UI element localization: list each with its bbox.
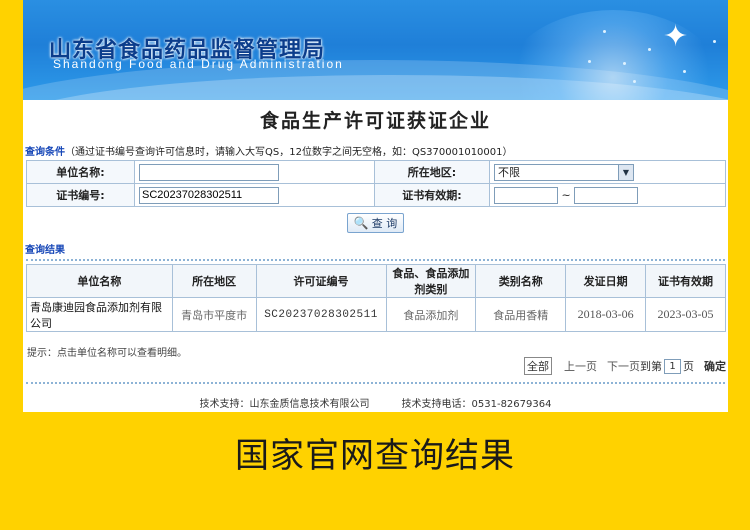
divider xyxy=(26,382,725,384)
star-icon: ✦ xyxy=(663,19,689,54)
query-conditions: 查询条件（通过证书编号查询许可信息时，请输入大写QS，12位数字之间无空格，如：… xyxy=(25,143,728,158)
unit-name-cell xyxy=(134,160,375,184)
cert-number-label: 证书编号: xyxy=(26,183,135,207)
validity-to-input[interactable] xyxy=(574,186,639,204)
next-page-link[interactable]: 下一页 xyxy=(607,358,640,374)
divider xyxy=(26,259,725,261)
validity-cell: ~ xyxy=(489,183,726,207)
region-cell: 不限 ▼ xyxy=(489,160,726,184)
unit-name-input[interactable] xyxy=(139,163,279,181)
column-header: 证书有效期 xyxy=(645,264,726,298)
page-suffix: 页 xyxy=(683,360,694,373)
query-button-label: 查 询 xyxy=(371,217,398,230)
column-header: 类别名称 xyxy=(475,264,567,298)
table-row: 青岛康迪园食品添加剂有限公司 青岛市平度市 SC20237028302511 食… xyxy=(26,297,726,332)
prev-page-link[interactable]: 上一页 xyxy=(564,358,597,374)
region-selected-value: 不限 xyxy=(498,166,520,179)
show-all-button[interactable]: 全部 xyxy=(524,357,552,375)
region-select[interactable]: 不限 ▼ xyxy=(494,163,634,181)
cert-number-cell: SC20237028302511 xyxy=(255,297,387,332)
tech-support-text: 技术支持：山东金质信息技术有限公司 xyxy=(199,399,370,410)
validity-separator: ~ xyxy=(561,188,571,201)
search-form: 单位名称: 所在地区: 不限 ▼ 证书编号: 证书有效期: ~ xyxy=(26,160,726,207)
header-banner: ✦ 山东省食品药品监督管理局 Shandong Food and Drug Ad… xyxy=(23,0,728,100)
issue-date-cell: 2018-03-06 xyxy=(565,297,647,332)
cert-number-input[interactable] xyxy=(139,186,279,204)
pagination: 全部 上一页 下一页 到第 1 页 确定 xyxy=(524,357,726,375)
banner-glow xyxy=(503,10,723,100)
food-category-cell: 食品添加剂 xyxy=(385,297,477,332)
results-table: 单位名称 所在地区 许可证编号 食品、食品添加剂类别 类别名称 发证日期 证书有… xyxy=(26,264,726,332)
validity-from-input[interactable] xyxy=(494,186,558,204)
cert-number-cell xyxy=(134,183,375,207)
unit-name-label: 单位名称: xyxy=(26,160,135,184)
column-header: 食品、食品添加剂类别 xyxy=(385,264,477,298)
validity-label: 证书有效期: xyxy=(374,183,490,207)
confirm-button[interactable]: 确定 xyxy=(704,358,726,374)
query-button[interactable]: 🔍 查 询 xyxy=(346,213,405,233)
company-name-link[interactable]: 青岛康迪园食品添加剂有限公司 xyxy=(26,297,173,332)
results-header-row: 单位名称 所在地区 许可证编号 食品、食品添加剂类别 类别名称 发证日期 证书有… xyxy=(26,264,726,298)
valid-until-cell: 2023-03-05 xyxy=(645,297,726,332)
column-header: 发证日期 xyxy=(565,264,647,298)
region-label: 所在地区: xyxy=(374,160,490,184)
page-number-input[interactable]: 1 xyxy=(664,358,681,374)
agency-title-english: Shandong Food and Drug Administration xyxy=(53,57,344,71)
footer: 技术支持：山东金质信息技术有限公司 技术支持电话：0531-82679364 xyxy=(23,395,728,410)
results-title: 查询结果 xyxy=(25,245,65,256)
caption: 国家官网查询结果 xyxy=(235,436,515,476)
query-conditions-link[interactable]: 查询条件 xyxy=(25,147,65,158)
search-icon: 🔍 xyxy=(353,216,369,230)
support-phone-text: 技术支持电话：0531-82679364 xyxy=(401,399,552,410)
region-cell: 青岛市平度市 xyxy=(171,297,257,332)
category-name-cell: 食品用香精 xyxy=(475,297,567,332)
page-title: 食品生产许可证获证企业 xyxy=(259,110,491,132)
column-header: 单位名称 xyxy=(26,264,173,298)
column-header: 所在地区 xyxy=(171,264,257,298)
query-hint: （通过证书编号查询许可信息时，请输入大写QS，12位数字之间无空格，如：QS37… xyxy=(65,147,513,158)
goto-label: 到第 xyxy=(640,360,662,373)
chevron-down-icon[interactable]: ▼ xyxy=(618,164,633,180)
website-panel: ✦ 山东省食品药品监督管理局 Shandong Food and Drug Ad… xyxy=(23,0,728,412)
column-header: 许可证编号 xyxy=(255,264,387,298)
